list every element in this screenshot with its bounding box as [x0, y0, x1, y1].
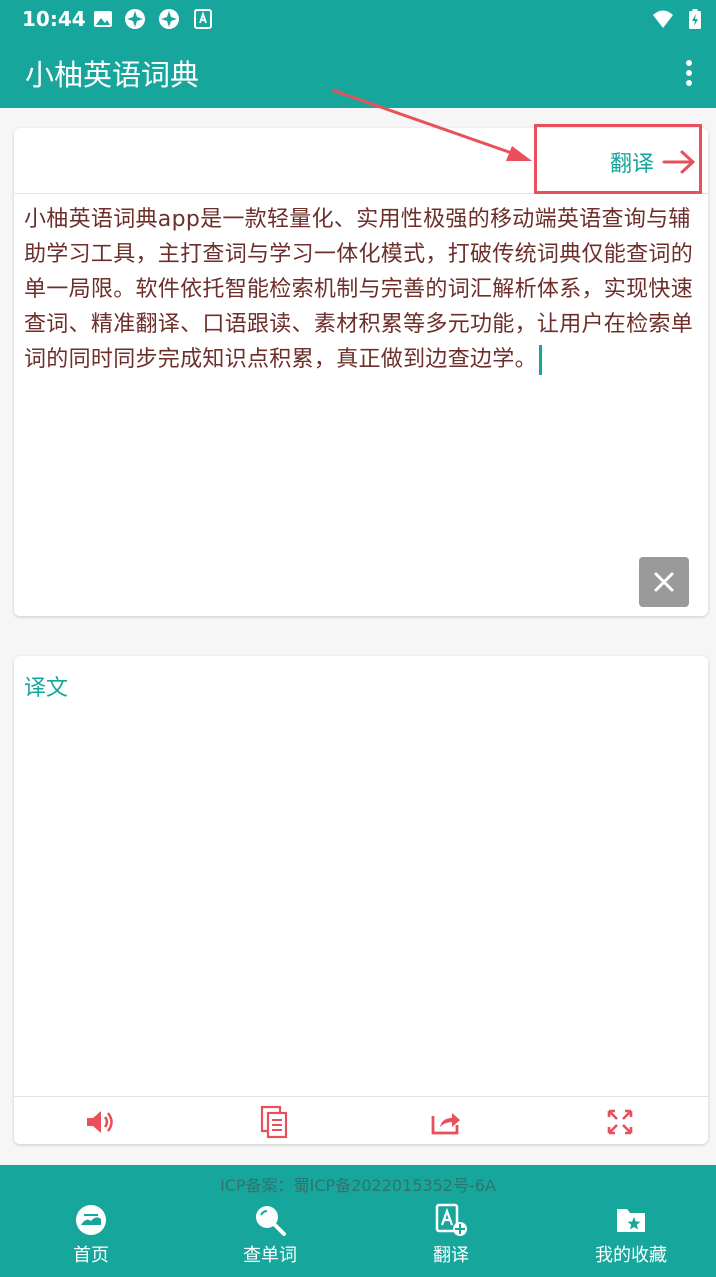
- translate-icon: [435, 1203, 467, 1236]
- more-options-icon[interactable]: [674, 56, 704, 90]
- bottom-navigation: ICP备案：蜀ICP备2022015352号-6A 首页 查单词 翻译 我的收藏: [0, 1165, 716, 1277]
- speaker-icon: [87, 1111, 113, 1133]
- status-time: 10:44: [22, 7, 86, 31]
- fullscreen-icon: [607, 1109, 633, 1135]
- close-icon: [654, 572, 674, 592]
- battery-charging-icon: [689, 9, 701, 29]
- share-icon: [431, 1113, 460, 1135]
- nav-search-word[interactable]: 查单词: [195, 1203, 345, 1273]
- translate-app-notification-icon: [194, 9, 212, 29]
- nav-favorites[interactable]: 我的收藏: [556, 1203, 706, 1273]
- text-cursor: [538, 345, 542, 375]
- copy-icon: [260, 1105, 288, 1139]
- favorites-folder-icon: [617, 1209, 645, 1232]
- home-icon: [76, 1205, 106, 1235]
- search-icon: [256, 1206, 286, 1236]
- app-notification-icon: [125, 9, 145, 29]
- copy-button[interactable]: [252, 1102, 296, 1142]
- output-card: 译文: [14, 656, 708, 1144]
- fullscreen-button[interactable]: [598, 1102, 642, 1142]
- source-text-input[interactable]: 小柚英语词典app是一款轻量化、实用性极强的移动端英语查询与辅助学习工具，主打查…: [24, 202, 696, 377]
- app-title: 小柚英语词典: [25, 58, 200, 92]
- nav-translate[interactable]: 翻译: [376, 1203, 526, 1273]
- gallery-icon: [94, 11, 112, 27]
- source-text: 小柚英语词典app是一款轻量化、实用性极强的移动端英语查询与辅助学习工具，主打查…: [24, 207, 694, 372]
- clear-button[interactable]: [639, 557, 689, 607]
- output-divider: [14, 1096, 708, 1097]
- status-bar: 10:44: [0, 0, 716, 38]
- icp-record: ICP备案：蜀ICP备2022015352号-6A: [220, 1176, 496, 1195]
- annotation-highlight-box: [534, 124, 702, 194]
- speak-button[interactable]: [78, 1102, 122, 1142]
- nav-favorites-label: 我的收藏: [595, 1245, 667, 1266]
- nav-home[interactable]: 首页: [16, 1203, 166, 1273]
- output-label: 译文: [24, 676, 69, 701]
- nav-home-label: 首页: [73, 1245, 109, 1266]
- app-notification-icon: [159, 9, 179, 29]
- input-card: 翻译 小柚英语词典app是一款轻量化、实用性极强的移动端英语查询与辅助学习工具，…: [14, 128, 708, 616]
- nav-search-word-label: 查单词: [243, 1245, 297, 1266]
- nav-translate-label: 翻译: [433, 1245, 469, 1266]
- share-button[interactable]: [424, 1102, 468, 1142]
- wifi-icon: [653, 10, 673, 28]
- app-bar: 小柚英语词典: [0, 38, 716, 108]
